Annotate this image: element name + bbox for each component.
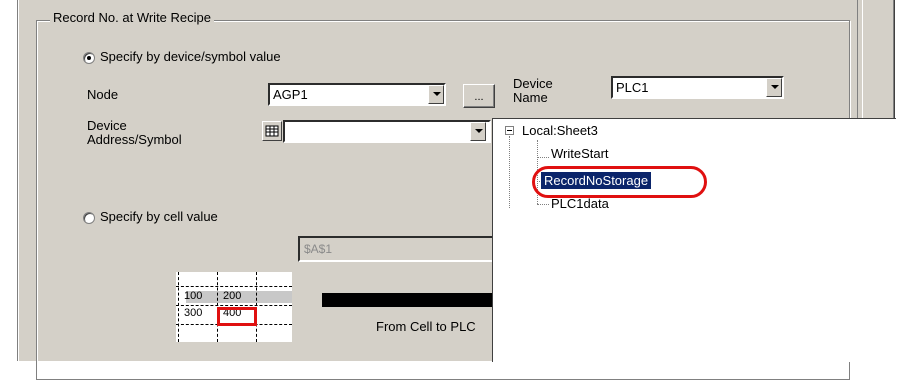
tree-connector <box>509 136 510 208</box>
grid-cell: 200 <box>223 290 242 302</box>
chevron-down-icon[interactable] <box>428 85 444 104</box>
device-name-label-line1: Device <box>513 76 553 91</box>
left-margin <box>0 0 17 361</box>
device-name-select[interactable]: PLC1 <box>611 76 784 99</box>
tree-connector <box>537 204 549 205</box>
tree-root[interactable]: Local:Sheet3 <box>522 123 598 138</box>
grid-line <box>178 272 179 342</box>
group-title: Record No. at Write Recipe <box>50 10 214 25</box>
device-name-value: PLC1 <box>616 80 649 95</box>
address-label-line1: Device <box>87 118 127 133</box>
address-select[interactable] <box>283 120 491 143</box>
tree-connector <box>537 157 549 158</box>
grid-cell: 100 <box>184 290 203 302</box>
address-label-line2: Address/Symbol <box>87 132 182 147</box>
chevron-down-icon[interactable] <box>766 78 782 97</box>
grid-line <box>176 305 292 306</box>
grid-input-icon <box>265 125 279 137</box>
callout-highlight-ellipse <box>532 166 707 198</box>
panel-divider <box>857 0 858 130</box>
collapse-icon[interactable] <box>505 126 514 135</box>
cell-value-input[interactable]: $A$1 <box>298 236 495 262</box>
right-margin <box>895 0 913 361</box>
grid-highlight-box <box>217 307 257 326</box>
cell-option-radio[interactable] <box>83 212 95 224</box>
device-name-label: Device Name <box>513 77 553 105</box>
transfer-arrow-bar <box>322 293 492 307</box>
node-select[interactable]: AGP1 <box>268 83 446 106</box>
device-option-radio[interactable] <box>83 52 95 64</box>
chevron-down-icon[interactable] <box>470 122 486 141</box>
device-option-label[interactable]: Specify by device/symbol value <box>100 49 281 64</box>
browse-button[interactable]: ... <box>463 84 495 108</box>
left-border-highlight <box>18 0 19 361</box>
scrollbar-track[interactable] <box>862 0 890 130</box>
node-select-value: AGP1 <box>273 87 308 102</box>
grid-cell: 300 <box>184 307 203 319</box>
address-label: Device Address/Symbol <box>87 119 182 147</box>
device-name-label-line2: Name <box>513 90 548 105</box>
grid-line <box>176 286 292 287</box>
transfer-caption: From Cell to PLC <box>376 319 476 334</box>
node-label: Node <box>87 87 119 102</box>
radio-selected-dot <box>87 56 91 60</box>
cell-value-text: $A$1 <box>304 242 333 256</box>
address-input-icon[interactable] <box>262 121 282 141</box>
cell-option-label[interactable]: Specify by cell value <box>100 209 218 224</box>
